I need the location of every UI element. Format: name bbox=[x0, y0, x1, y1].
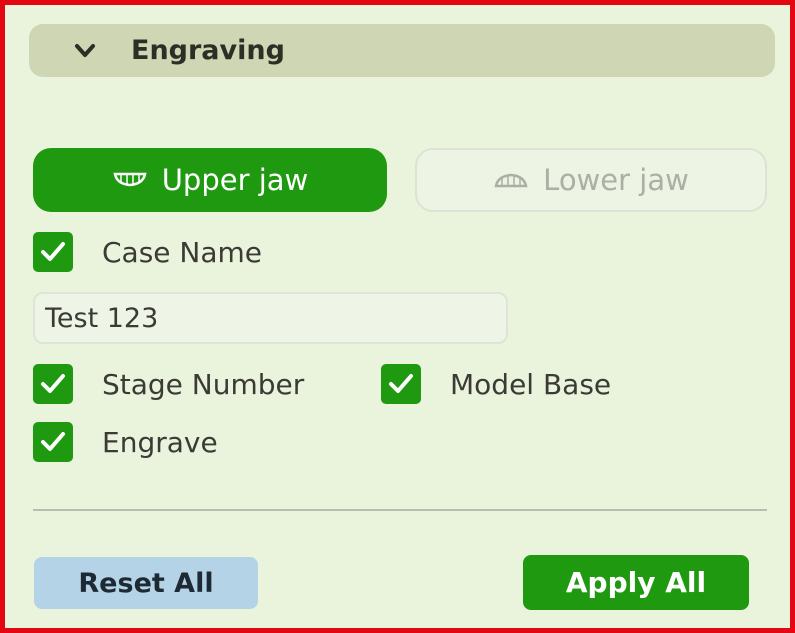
checkmark-icon bbox=[389, 374, 413, 393]
checkmark-icon bbox=[41, 242, 65, 261]
stage-number-checkbox[interactable] bbox=[33, 364, 73, 404]
apply-all-button[interactable]: Apply All bbox=[523, 555, 749, 610]
engrave-row: Engrave bbox=[33, 422, 218, 462]
upper-jaw-label: Upper jaw bbox=[161, 163, 309, 197]
reset-all-button[interactable]: Reset All bbox=[34, 557, 258, 609]
lower-jaw-icon bbox=[494, 173, 528, 188]
upper-jaw-button[interactable]: Upper jaw bbox=[33, 148, 387, 212]
case-name-checkbox[interactable] bbox=[33, 232, 73, 272]
stage-number-row: Stage Number bbox=[33, 364, 304, 404]
case-name-label: Case Name bbox=[102, 235, 263, 269]
engrave-checkbox[interactable] bbox=[33, 422, 73, 462]
case-name-row: Case Name bbox=[33, 232, 262, 272]
section-title: Engraving bbox=[131, 35, 285, 66]
engraving-section-header[interactable]: Engraving bbox=[29, 24, 775, 77]
checkmark-icon bbox=[41, 374, 65, 393]
upper-jaw-icon bbox=[113, 172, 147, 187]
divider bbox=[33, 509, 767, 511]
checkmark-icon bbox=[41, 432, 65, 451]
engrave-label: Engrave bbox=[102, 425, 218, 459]
engraving-panel: Engraving Upper jaw Lower jaw Case Name bbox=[0, 0, 795, 633]
case-name-input[interactable] bbox=[33, 292, 508, 344]
model-base-label: Model Base bbox=[450, 367, 612, 401]
model-base-row: Model Base bbox=[381, 364, 611, 404]
lower-jaw-button[interactable]: Lower jaw bbox=[415, 148, 767, 212]
model-base-checkbox[interactable] bbox=[381, 364, 421, 404]
lower-jaw-label: Lower jaw bbox=[543, 163, 689, 197]
chevron-down-icon[interactable] bbox=[73, 42, 97, 60]
stage-number-label: Stage Number bbox=[102, 367, 305, 401]
